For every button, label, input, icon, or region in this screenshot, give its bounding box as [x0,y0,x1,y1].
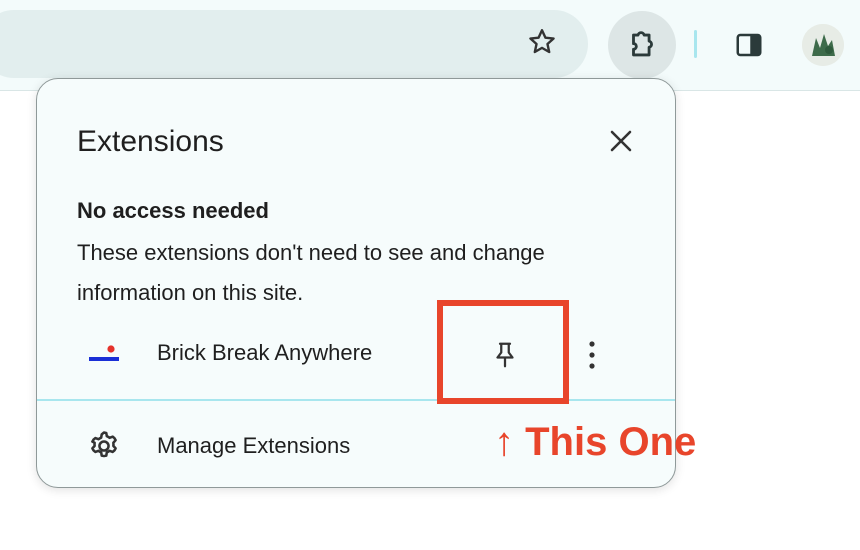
more-options-button[interactable] [575,333,609,377]
popup-title: Extensions [77,125,224,158]
annotation-highlight-box [437,300,569,404]
section-heading: No access needed [77,198,269,223]
divider [37,399,675,401]
manage-extensions-button[interactable]: Manage Extensions [37,405,457,485]
more-vert-icon [589,341,595,369]
extensions-button[interactable] [608,11,676,79]
side-panel-icon [736,33,762,57]
bookmark-star-button[interactable] [520,20,564,64]
puzzle-icon [632,31,653,57]
profile-avatar[interactable] [802,24,844,66]
manage-icon-wrap [85,427,123,465]
address-bar[interactable] [0,10,588,78]
brick-break-icon [89,345,119,361]
extension-name: Brick Break Anywhere [157,340,373,365]
avatar-image [802,24,844,66]
toolbar-separator [694,30,697,58]
manage-extensions-label: Manage Extensions [157,433,351,458]
gear-icon [91,431,117,458]
annotation-label: ↑ This One [494,420,697,464]
side-panel-button[interactable] [726,22,772,68]
star-icon [529,29,555,54]
close-icon [610,130,632,152]
extension-row[interactable]: Brick Break Anywhere [37,319,675,391]
close-button[interactable] [599,119,643,163]
